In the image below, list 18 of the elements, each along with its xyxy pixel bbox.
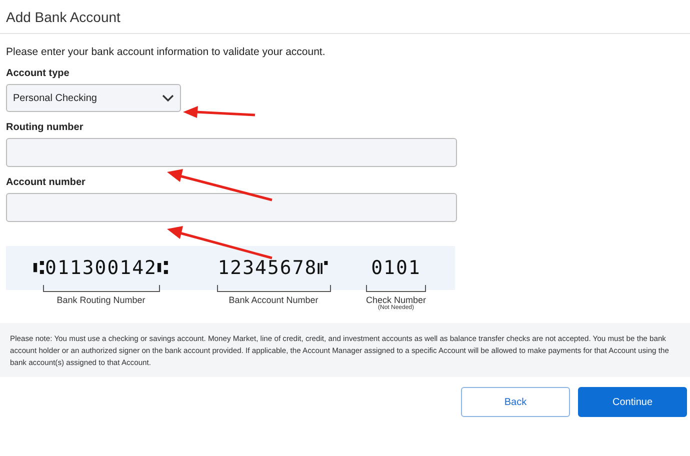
- field-label: Account number: [6, 177, 86, 188]
- segment-label: Bank Account Number: [228, 295, 318, 305]
- input-field[interactable]: [6, 193, 457, 222]
- field-label: Account type: [6, 68, 70, 79]
- input-field[interactable]: [6, 138, 457, 167]
- segment-label: Bank Routing Number: [56, 295, 146, 305]
- micr-digits: ⑆011300142⑆: [33, 257, 169, 279]
- intro-text: Please enter your bank account information to validate your account.: [6, 46, 326, 58]
- micr-digits: 12345678⑈: [218, 257, 330, 279]
- dialog-title: Add Bank Account: [6, 8, 120, 24]
- micr-digits: 0101: [371, 257, 421, 279]
- bracket-line: [366, 285, 426, 292]
- account-type-select[interactable]: Personal Checking: [6, 84, 181, 112]
- segment-label: Check Number: [366, 295, 426, 305]
- chevron-down-icon: [162, 94, 174, 102]
- continue-button[interactable]: Continue: [578, 387, 687, 417]
- field-label: Routing number: [6, 122, 84, 133]
- back-button[interactable]: Back: [461, 387, 570, 417]
